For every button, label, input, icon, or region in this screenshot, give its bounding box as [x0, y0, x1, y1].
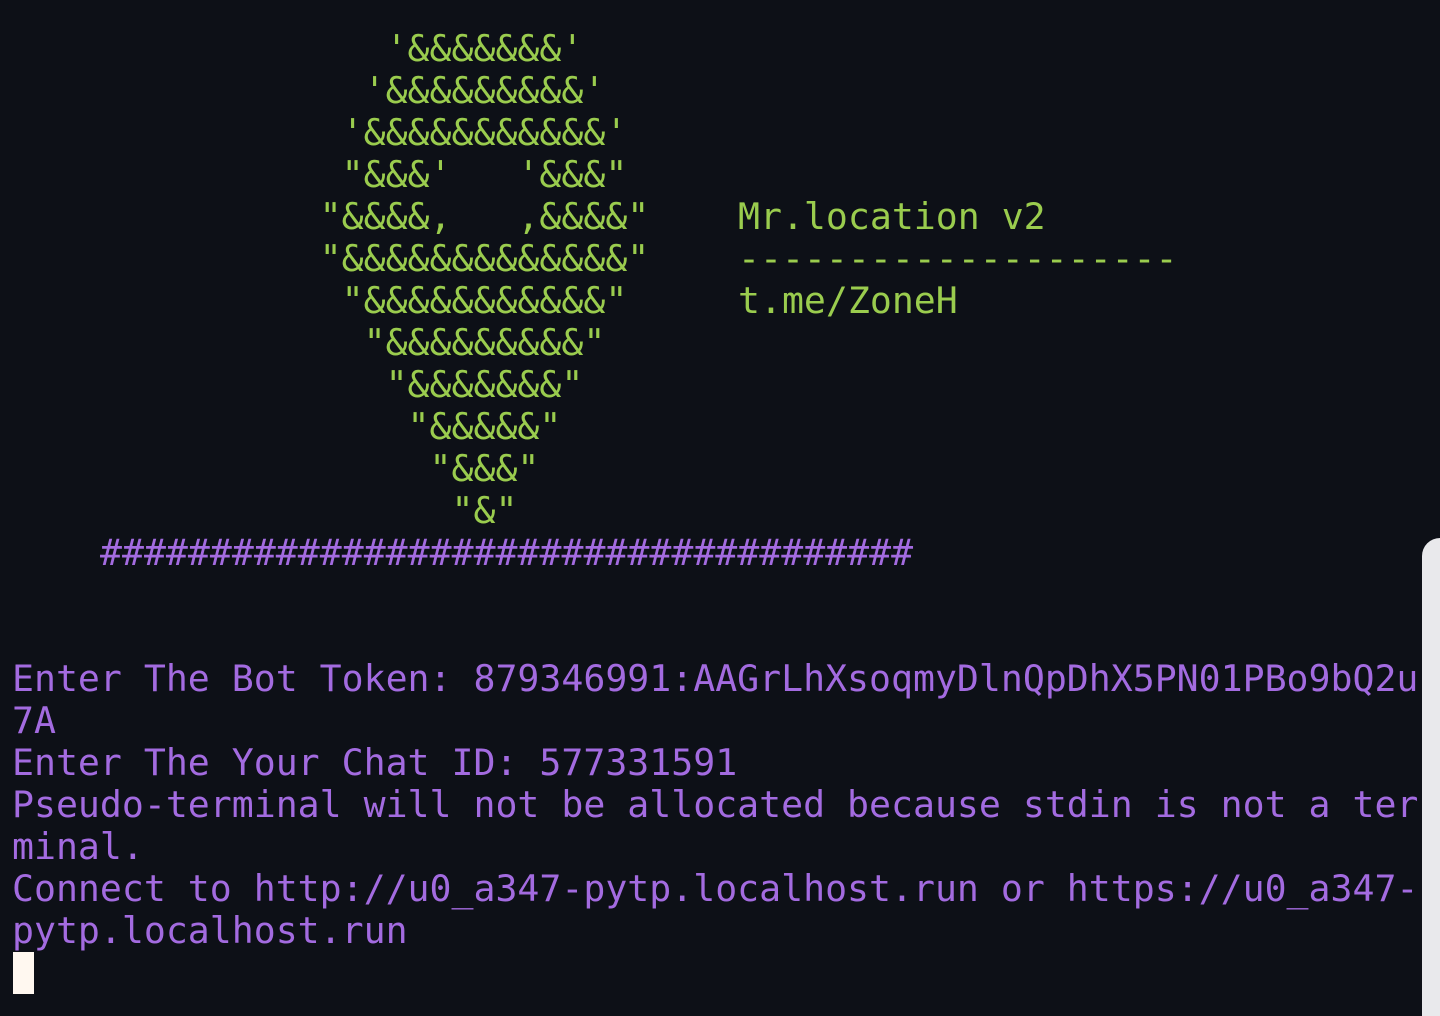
text-cursor[interactable]: [13, 952, 34, 994]
output-line: minal.: [12, 825, 144, 868]
banner-link: t.me/ZoneH: [738, 279, 958, 322]
art-line: '&&&&&&&&&&&': [12, 111, 628, 154]
scrollbar-handle[interactable]: [1422, 538, 1440, 1016]
art-line: "&&&&&&&&&&&": [12, 279, 628, 322]
output-line: Enter The Bot Token: 879346991:AAGrLhXso…: [12, 657, 1419, 700]
output-line: pytp.localhost.run: [12, 909, 408, 952]
hash-rule: #####################################: [100, 531, 914, 574]
banner-title: Mr.location v2: [738, 195, 1046, 238]
art-line: "&": [12, 489, 518, 532]
art-line: "&&&' '&&&": [12, 153, 628, 196]
art-line: "&&&&&": [12, 405, 562, 448]
art-line: '&&&&&&&': [12, 27, 584, 70]
banner-divider: --------------------: [738, 237, 1178, 280]
output-line: Enter The Your Chat ID: 577331591: [12, 741, 738, 784]
terminal-window[interactable]: '&&&&&&&' '&&&&&&&&&' '&&&&&&&&&&&' "&&&…: [0, 0, 1440, 1016]
art-line: "&&&&&&&&&": [12, 321, 606, 364]
output-line: Pseudo-terminal will not be allocated be…: [12, 783, 1419, 826]
art-line: "&&&&, ,&&&&": [12, 195, 650, 238]
output-line: Connect to http://u0_a347-pytp.localhost…: [12, 867, 1419, 910]
art-line: '&&&&&&&&&': [12, 69, 606, 112]
art-line: "&&&": [12, 447, 540, 490]
output-line: 7A: [12, 699, 56, 742]
art-line: "&&&&&&&": [12, 363, 584, 406]
art-line: "&&&&&&&&&&&&&": [12, 237, 650, 280]
